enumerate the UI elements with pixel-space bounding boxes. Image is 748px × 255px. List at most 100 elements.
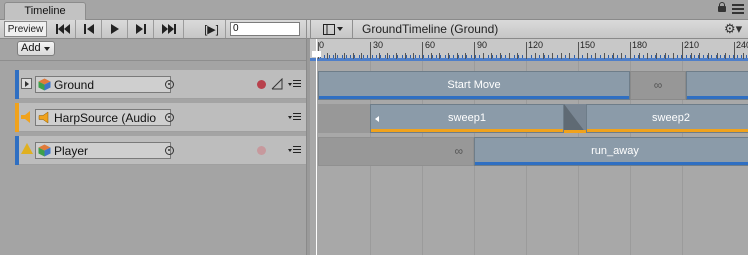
track-header-harpsource[interactable]: HarpSource (Audio [15, 103, 306, 132]
play-range-button[interactable]: [▶] [198, 20, 226, 38]
object-picker-icon[interactable] [165, 146, 174, 155]
ruler-tick [552, 53, 553, 59]
window-tab-strip: Timeline [0, 0, 748, 20]
ruler-tick [413, 53, 415, 59]
blend-wedge-icon [564, 104, 586, 133]
ruler-tick [439, 53, 441, 59]
ruler-tick [682, 42, 683, 59]
ruler-tick [612, 53, 614, 59]
infinity-icon: ∞ [454, 144, 463, 158]
ruler-label: 210 [684, 40, 700, 50]
gameobject-cube-icon [38, 78, 51, 91]
add-track-button[interactable]: Add [17, 41, 55, 56]
clip-label: sweep1 [448, 112, 486, 124]
expand-track-icon[interactable] [21, 78, 32, 89]
track-menu-icon[interactable] [288, 112, 302, 122]
ruler-tick [621, 53, 623, 59]
gameobject-cube-icon [38, 144, 51, 157]
ruler-tick [647, 53, 649, 59]
object-picker-icon[interactable] [165, 113, 174, 122]
ruler-tick [526, 42, 527, 59]
header-divider [0, 60, 306, 61]
track-menu-icon[interactable] [288, 145, 302, 155]
ruler-tick [456, 53, 458, 59]
ruler-tick [734, 42, 735, 59]
ruler-tick [352, 53, 354, 59]
track-header-ground[interactable]: Ground [15, 70, 306, 99]
playhead-handle[interactable] [312, 51, 321, 57]
ruler-tick [708, 53, 709, 59]
object-picker-icon[interactable] [165, 80, 174, 89]
previous-frame-icon [83, 24, 94, 34]
ruler-tick [716, 53, 718, 59]
track-lane-harpsource[interactable]: sweep1 sweep2 [310, 102, 748, 135]
audio-source-icon [38, 111, 49, 124]
speaker-icon [21, 111, 30, 123]
play-icon [110, 24, 119, 34]
ruler-tick [638, 53, 640, 59]
ruler-tick [430, 53, 432, 59]
clip-track-bar [319, 96, 629, 99]
track-object-field[interactable]: Player [35, 142, 171, 159]
ruler-label: 90 [477, 40, 488, 50]
ruler-tick [326, 53, 328, 59]
clip-sweep1[interactable]: sweep1 [370, 104, 564, 133]
go-to-end-button[interactable] [154, 20, 184, 38]
empty-lane-region [318, 104, 370, 133]
record-button-icon[interactable] [257, 80, 266, 89]
track-object-field[interactable]: HarpSource (Audio [35, 109, 171, 126]
ruler-tick [586, 53, 588, 59]
clip-sweep2[interactable]: sweep2 [586, 104, 748, 133]
ruler-tick [534, 53, 536, 59]
ruler-label: 180 [632, 40, 648, 50]
curves-icon[interactable] [271, 78, 283, 90]
timeline-clip-area[interactable]: 0 30 60 90 120 150 180 210 240 Start Mov… [310, 39, 748, 255]
record-button-icon[interactable] [257, 146, 266, 155]
extrapolation-gap: ∞ [318, 137, 474, 166]
go-to-start-icon [55, 24, 70, 34]
ruler-tick [422, 42, 423, 59]
ruler-tick [482, 53, 484, 59]
track-color-bar [15, 136, 19, 165]
go-to-start-button[interactable] [50, 20, 76, 38]
clip-track-bar [475, 162, 748, 165]
clip-start-move[interactable]: Start Move [318, 71, 630, 100]
track-name: Ground [54, 77, 95, 92]
ruler-label: 150 [580, 40, 596, 50]
clip-track-bar [687, 96, 748, 99]
go-to-end-icon [161, 24, 176, 34]
previous-frame-button[interactable] [76, 20, 102, 38]
ruler-tick [630, 42, 631, 59]
ruler-tick [543, 53, 545, 59]
settings-gear-icon[interactable]: ⚙▾ [724, 22, 742, 36]
ruler-label: 60 [425, 40, 436, 50]
preview-button[interactable]: Preview [4, 21, 47, 37]
ruler-tick [387, 53, 389, 59]
next-frame-icon [135, 24, 146, 34]
view-options-button[interactable] [318, 21, 348, 37]
window-menu-icon[interactable] [732, 4, 744, 14]
current-frame-field[interactable]: 0 [230, 22, 300, 36]
track-lane-ground[interactable]: Start Move ∞ [310, 69, 748, 102]
track-object-field[interactable]: Ground [35, 76, 171, 93]
ruler-tick [742, 53, 744, 59]
clip-track-bar [587, 129, 748, 132]
ruler-tick [604, 53, 605, 59]
chevron-down-icon [44, 47, 50, 51]
time-ruler[interactable]: 0 30 60 90 120 150 180 210 240 [310, 39, 748, 61]
track-lane-player[interactable]: ∞ run_away [310, 135, 748, 168]
next-frame-button[interactable] [128, 20, 154, 38]
playhead-line[interactable] [316, 39, 317, 255]
ruler-tick [690, 53, 692, 59]
play-button[interactable] [102, 20, 128, 38]
clip-ground-next[interactable] [686, 71, 748, 100]
ruler-tick [508, 53, 510, 59]
track-menu-icon[interactable] [288, 79, 302, 89]
window-tab-timeline[interactable]: Timeline [4, 2, 86, 20]
track-header-player[interactable]: Player [15, 136, 306, 165]
ruler-tick [699, 53, 701, 59]
ruler-label: 0 [319, 40, 325, 50]
lock-icon[interactable] [718, 2, 726, 14]
timeline-asset-title: GroundTimeline (Ground) [362, 22, 499, 36]
clip-run-away[interactable]: run_away [474, 137, 748, 166]
